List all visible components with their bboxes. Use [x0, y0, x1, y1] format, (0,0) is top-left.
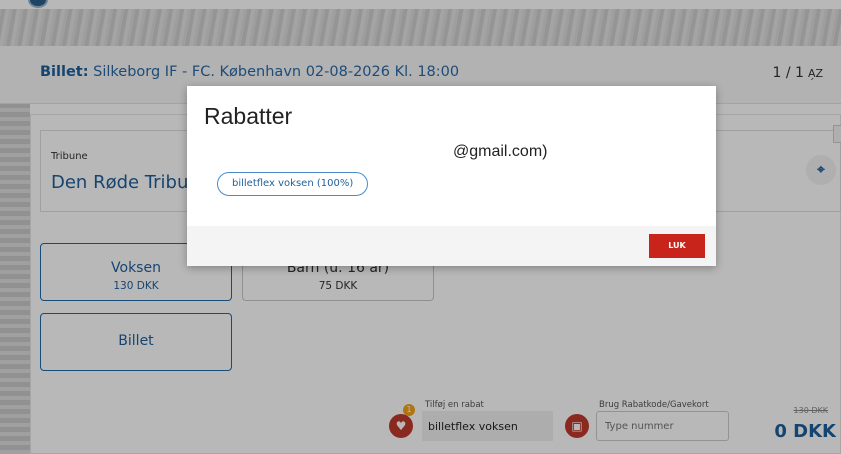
discounts-modal: Rabatter @gmail.com) billetflex voksen (…	[187, 86, 716, 266]
close-button[interactable]: LUK	[649, 234, 705, 258]
modal-title: Rabatter	[204, 103, 293, 129]
customer-email: @gmail.com)	[453, 143, 548, 160]
discount-chip[interactable]: billetflex voksen (100%)	[217, 172, 369, 196]
modal-footer: LUK	[187, 226, 716, 266]
